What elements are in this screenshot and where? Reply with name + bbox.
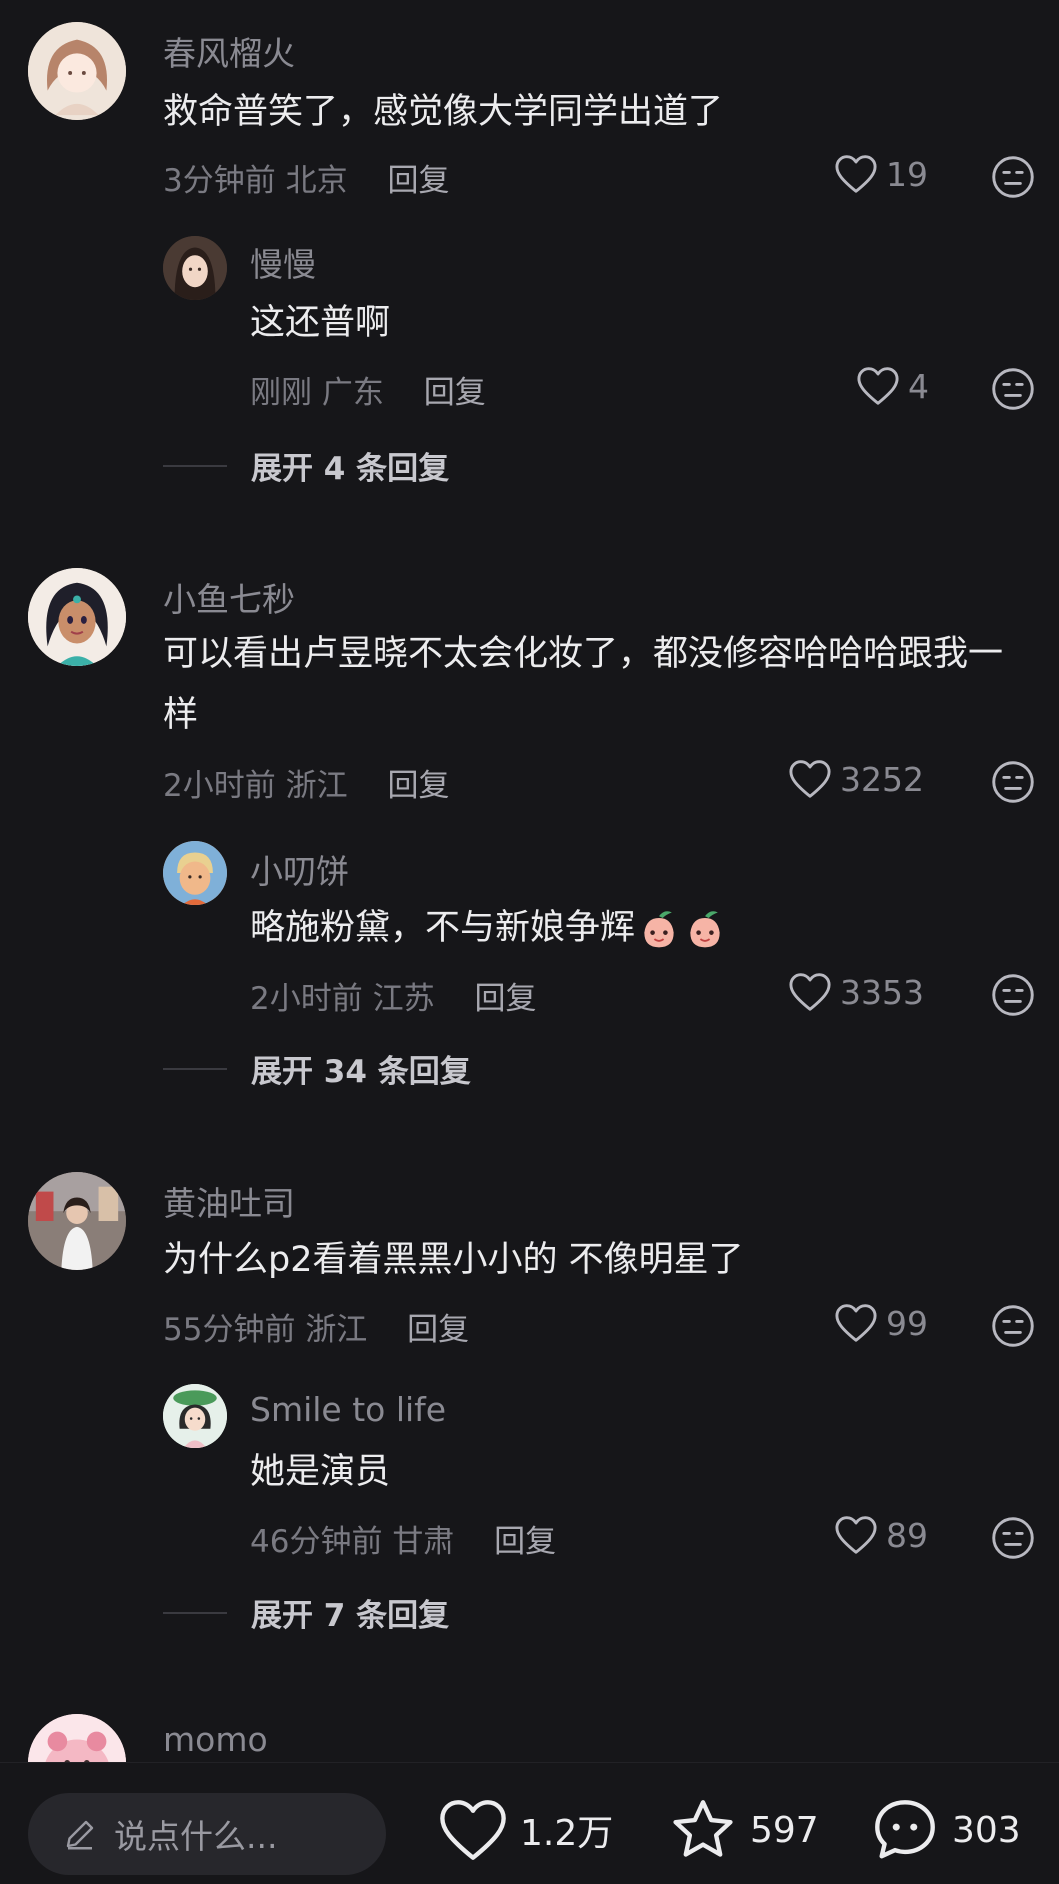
avatar-cartoon-icon[interactable] (163, 1384, 227, 1448)
reply-button[interactable]: 回复 (387, 768, 449, 804)
like-post-button[interactable]: 1.2万 (438, 1795, 613, 1865)
reply-button[interactable]: 回复 (474, 981, 536, 1017)
reply-meta: 刚刚 广东 回复 (250, 367, 486, 412)
reply-author[interactable]: 小叨饼 (250, 845, 349, 893)
post-like-count: 1.2万 (520, 1813, 614, 1854)
peach-emoji-icon (644, 911, 674, 948)
reply-meta: 2小时前 江苏 回复 (250, 973, 536, 1018)
comments-button[interactable]: 303 (870, 1795, 1021, 1865)
like-button[interactable]: 99 (834, 1303, 928, 1343)
comment-text: 为什么p2看着黑黑小小的 不像明星了 (163, 1240, 744, 1280)
comment-meta: 2小时前 浙江 回复 (163, 760, 449, 805)
avatar-princess-icon[interactable] (28, 568, 126, 666)
like-count: 3252 (840, 759, 924, 799)
heart-icon (856, 366, 900, 406)
reply-text: 她是演员 (250, 1452, 391, 1492)
comment-text: 可以看出卢昱晓不太会化妆了，都没修容哈哈哈跟我一样 (163, 634, 1004, 735)
like-button[interactable]: 89 (834, 1515, 928, 1555)
reply-button[interactable]: 回复 (387, 163, 449, 199)
reply-meta: 46分钟前 甘肃 回复 (250, 1516, 556, 1561)
reply-author[interactable]: 慢慢 (250, 238, 316, 286)
comment-location: 浙江 (285, 768, 348, 804)
expand-replies-label: 展开 4 条回复 (251, 451, 450, 487)
expand-replies-button[interactable]: 展开 34 条回复 (163, 1046, 471, 1091)
comment-input[interactable]: 说点什么... (28, 1793, 386, 1875)
expand-replies-button[interactable]: 展开 4 条回复 (163, 443, 449, 488)
peach-emoji-icon (690, 911, 720, 948)
divider-line (163, 1067, 227, 1070)
comment-location: 浙江 (305, 1312, 368, 1348)
reply-location: 广东 (321, 375, 384, 411)
chat-bubble-icon (875, 1800, 935, 1859)
reply-button[interactable]: 回复 (494, 1524, 556, 1560)
comment-input-placeholder: 说点什么... (114, 1817, 278, 1856)
comment-time: 55分钟前 (163, 1312, 296, 1348)
pencil-icon (66, 1820, 94, 1850)
dislike-icon[interactable] (991, 973, 1035, 1017)
avatar-girl-icon[interactable] (28, 22, 126, 120)
comment-count: 303 (952, 1809, 1021, 1851)
comment-meta: 3分钟前 北京 回复 (163, 155, 449, 200)
avatar-child-icon[interactable] (163, 841, 227, 905)
expand-replies-label: 展开 7 条回复 (251, 1598, 450, 1634)
reply-time: 2小时前 (250, 981, 363, 1017)
expand-replies-button[interactable]: 展开 7 条回复 (163, 1590, 449, 1635)
heart-icon (834, 1515, 878, 1555)
divider-line (163, 464, 227, 467)
reply-time: 46分钟前 (250, 1524, 383, 1560)
like-button[interactable]: 4 (856, 366, 929, 406)
like-button[interactable]: 19 (834, 154, 928, 194)
reply-button[interactable]: 回复 (424, 375, 486, 411)
favorite-count: 597 (750, 1809, 819, 1851)
like-count: 89 (886, 1515, 928, 1555)
comment-meta: 55分钟前 浙江 回复 (163, 1304, 469, 1349)
comment-author[interactable]: momo (163, 1720, 268, 1759)
dislike-icon[interactable] (991, 155, 1035, 199)
reply-text: 略施粉黛，不与新娘争辉 (250, 908, 636, 948)
heart-icon (834, 154, 878, 194)
like-count: 99 (886, 1303, 928, 1343)
like-button[interactable]: 3353 (788, 972, 924, 1012)
like-count: 4 (908, 366, 929, 406)
reply-author[interactable]: Smile to life (250, 1390, 446, 1429)
reply-location: 甘肃 (392, 1524, 455, 1560)
dislike-icon[interactable] (991, 367, 1035, 411)
reply-location: 江苏 (372, 981, 435, 1017)
avatar-woman-icon[interactable] (163, 236, 227, 300)
reply-text: 这还普啊 (250, 303, 391, 343)
reply-time: 刚刚 (250, 375, 312, 411)
reply-button[interactable]: 回复 (407, 1312, 469, 1348)
dislike-icon[interactable] (991, 760, 1035, 804)
star-icon (673, 1800, 733, 1857)
favorite-button[interactable]: 597 (668, 1795, 819, 1865)
dislike-icon[interactable] (991, 1516, 1035, 1560)
comment-time: 2小时前 (163, 768, 276, 804)
like-count: 19 (886, 154, 928, 194)
heart-icon (834, 1303, 878, 1343)
avatar-photo-icon[interactable] (28, 1172, 126, 1270)
reply-text-row: 略施粉黛，不与新娘争辉 (250, 898, 950, 959)
divider-line (163, 1611, 227, 1614)
expand-replies-label: 展开 34 条回复 (251, 1054, 471, 1090)
comment-author[interactable]: 小鱼七秒 (163, 573, 295, 621)
heart-icon (440, 1800, 506, 1860)
like-count: 3353 (840, 972, 924, 1012)
heart-icon (788, 759, 832, 799)
bottom-action-bar: 说点什么... 1.2万 597 303 (0, 1762, 1059, 1884)
comment-location: 北京 (285, 163, 348, 199)
comment-author[interactable]: 黄油吐司 (163, 1177, 295, 1225)
comment-text: 救命普笑了，感觉像大学同学出道了 (163, 92, 724, 132)
dislike-icon[interactable] (991, 1304, 1035, 1348)
heart-icon (788, 972, 832, 1012)
like-button[interactable]: 3252 (788, 759, 924, 799)
comment-time: 3分钟前 (163, 163, 276, 199)
comment-author[interactable]: 春风榴火 (163, 27, 295, 75)
